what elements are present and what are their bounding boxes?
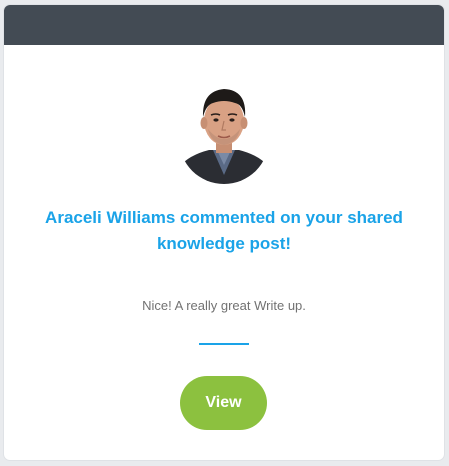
avatar bbox=[179, 79, 269, 184]
divider bbox=[199, 343, 249, 345]
card-header bbox=[4, 5, 444, 45]
avatar-photo bbox=[179, 79, 269, 184]
notification-card: Araceli Williams commented on your share… bbox=[4, 5, 444, 460]
view-button[interactable]: View bbox=[180, 376, 267, 430]
notification-headline: Araceli Williams commented on your share… bbox=[45, 208, 403, 253]
comment-text: Nice! A really great Write up. bbox=[142, 298, 306, 313]
